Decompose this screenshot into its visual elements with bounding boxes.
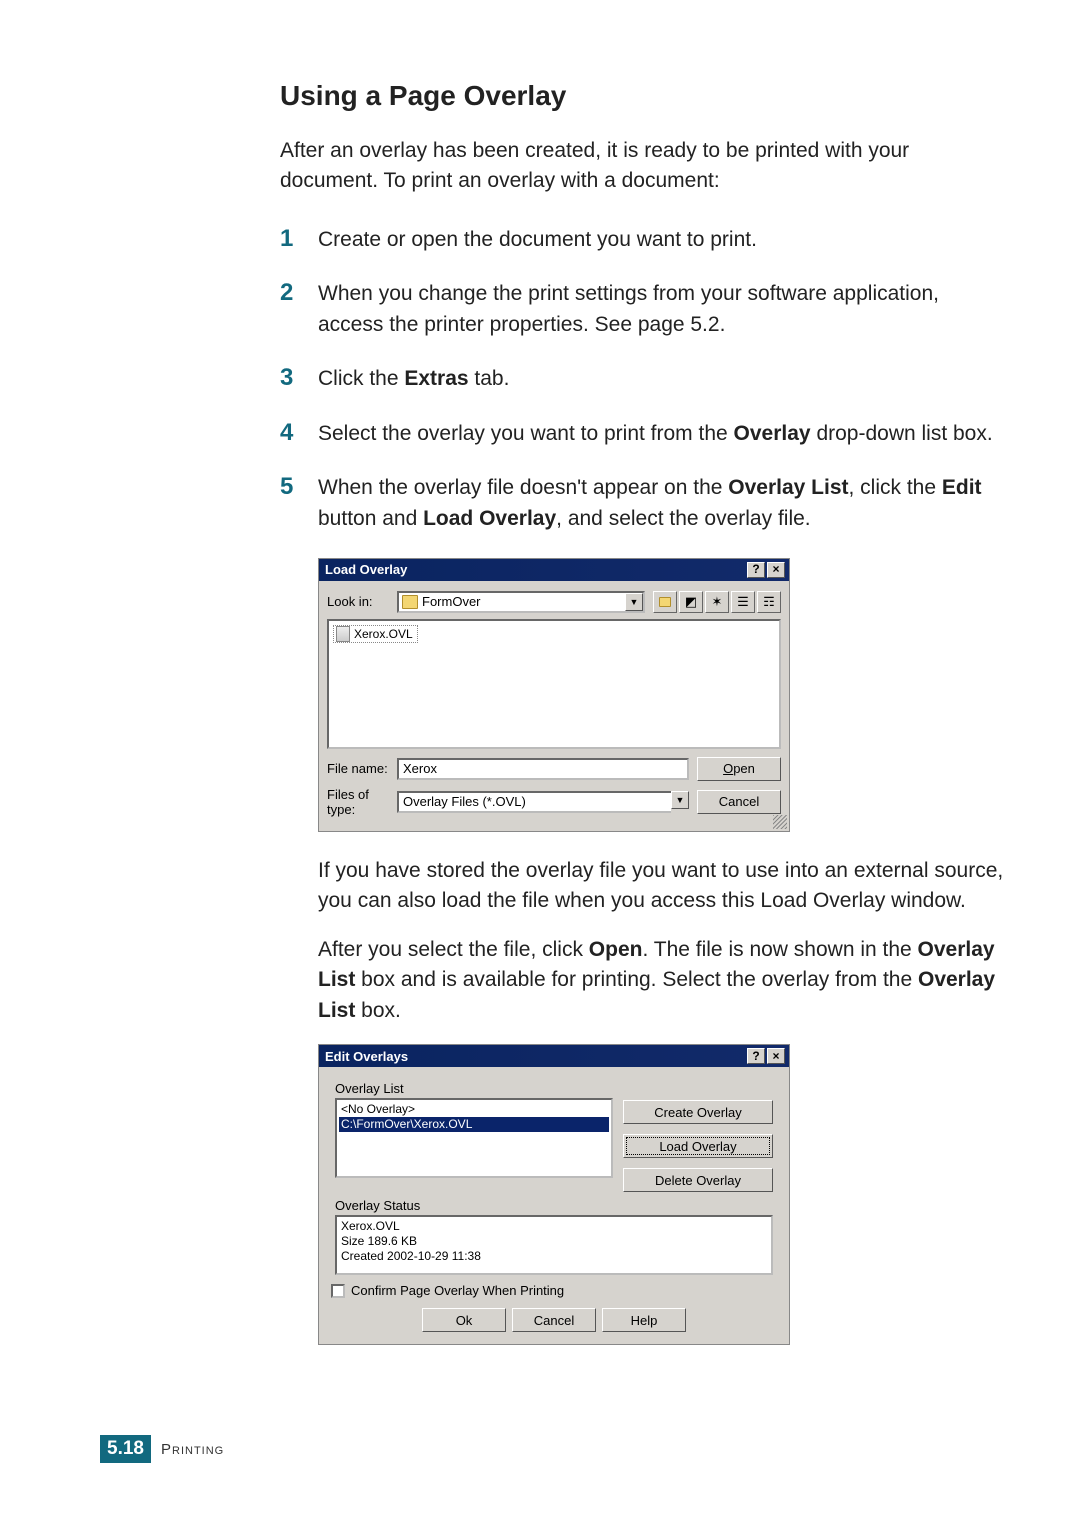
- file-type-label: Files of type:: [327, 787, 397, 817]
- step-4-text: Select the overlay you want to print fro…: [318, 419, 1010, 449]
- intro-paragraph: After an overlay has been created, it is…: [280, 136, 1010, 197]
- status-line: Xerox.OVL: [341, 1219, 767, 1234]
- details-view-icon[interactable]: ☶: [757, 591, 781, 613]
- cancel-button[interactable]: Cancel: [697, 790, 781, 814]
- resize-grip-icon[interactable]: [773, 815, 787, 829]
- step-1: 1 Create or open the document you want t…: [280, 225, 1010, 255]
- new-folder-icon[interactable]: ✶: [705, 591, 729, 613]
- close-icon[interactable]: ×: [767, 1048, 785, 1064]
- step-5-text: When the overlay file doesn't appear on …: [318, 473, 1010, 534]
- look-in-label: Look in:: [327, 594, 397, 609]
- step-4: 4 Select the overlay you want to print f…: [280, 419, 1010, 449]
- chevron-down-icon[interactable]: ▼: [671, 791, 689, 809]
- ok-button[interactable]: Ok: [422, 1308, 506, 1332]
- create-overlay-button[interactable]: Create Overlay: [623, 1100, 773, 1124]
- paragraph-after-dialog1: If you have stored the overlay file you …: [318, 856, 1010, 917]
- load-overlay-button[interactable]: Load Overlay: [623, 1134, 773, 1158]
- step-3-number: 3: [280, 364, 318, 393]
- look-in-combo[interactable]: FormOver ▼: [397, 591, 645, 613]
- help-icon[interactable]: ?: [747, 1048, 765, 1064]
- desktop-icon[interactable]: ◩: [679, 591, 703, 613]
- dialog-title: Load Overlay: [325, 562, 747, 577]
- file-item-label: Xerox.OVL: [354, 627, 413, 641]
- dialog-title: Edit Overlays: [325, 1049, 747, 1064]
- edit-overlays-dialog: Edit Overlays ? × Overlay List <No Overl…: [318, 1044, 790, 1345]
- close-icon[interactable]: ×: [767, 562, 785, 578]
- step-4-number: 4: [280, 419, 318, 448]
- step-1-text: Create or open the document you want to …: [318, 225, 1010, 255]
- up-one-level-icon[interactable]: [653, 591, 677, 613]
- chevron-down-icon[interactable]: ▼: [625, 593, 643, 611]
- file-item[interactable]: Xerox.OVL: [333, 625, 418, 643]
- load-overlay-dialog: Load Overlay ? × Look in: FormOver ▼ ◩ ✶: [318, 558, 790, 832]
- paragraph-open-instruction: After you select the file, click Open. T…: [318, 935, 1010, 1026]
- confirm-checkbox[interactable]: [331, 1284, 345, 1298]
- dialog-titlebar[interactable]: Load Overlay ? ×: [319, 559, 789, 581]
- overlay-list-label: Overlay List: [335, 1081, 773, 1096]
- list-view-icon[interactable]: ☰: [731, 591, 755, 613]
- file-list[interactable]: Xerox.OVL: [327, 619, 781, 749]
- status-line: Created 2002-10-29 11:38: [341, 1249, 767, 1264]
- list-item[interactable]: <No Overlay>: [339, 1102, 609, 1117]
- dialog-titlebar[interactable]: Edit Overlays ? ×: [319, 1045, 789, 1067]
- overlay-status-label: Overlay Status: [335, 1198, 773, 1213]
- overlay-status-box: Xerox.OVL Size 189.6 KB Created 2002-10-…: [335, 1215, 773, 1275]
- step-2-number: 2: [280, 279, 318, 308]
- file-name-label: File name:: [327, 761, 397, 776]
- delete-overlay-button[interactable]: Delete Overlay: [623, 1168, 773, 1192]
- status-line: Size 189.6 KB: [341, 1234, 767, 1249]
- list-item[interactable]: C:\FormOver\Xerox.OVL: [339, 1117, 609, 1132]
- confirm-label: Confirm Page Overlay When Printing: [351, 1283, 564, 1298]
- ovl-file-icon: [336, 626, 350, 642]
- cancel-button[interactable]: Cancel: [512, 1308, 596, 1332]
- step-2-text: When you change the print settings from …: [318, 279, 1010, 340]
- help-button[interactable]: Help: [602, 1308, 686, 1332]
- confirm-checkbox-row[interactable]: Confirm Page Overlay When Printing: [331, 1283, 777, 1298]
- step-5-number: 5: [280, 473, 318, 502]
- look-in-value: FormOver: [422, 594, 481, 609]
- step-3: 3 Click the Extras tab.: [280, 364, 1010, 394]
- section-label: Printing: [161, 1441, 224, 1458]
- step-1-number: 1: [280, 225, 318, 254]
- page-number-badge: 5.18: [100, 1435, 151, 1463]
- step-2: 2 When you change the print settings fro…: [280, 279, 1010, 340]
- page-footer: 5.18 Printing: [100, 1435, 224, 1463]
- step-3-text: Click the Extras tab.: [318, 364, 1010, 394]
- help-icon[interactable]: ?: [747, 562, 765, 578]
- step-5: 5 When the overlay file doesn't appear o…: [280, 473, 1010, 534]
- file-type-combo[interactable]: Overlay Files (*.OVL): [397, 791, 671, 813]
- file-name-input[interactable]: Xerox: [397, 758, 689, 780]
- folder-icon: [402, 595, 418, 609]
- open-button[interactable]: Open: [697, 757, 781, 781]
- page-heading: Using a Page Overlay: [280, 80, 1010, 112]
- overlay-listbox[interactable]: <No Overlay> C:\FormOver\Xerox.OVL: [335, 1098, 613, 1178]
